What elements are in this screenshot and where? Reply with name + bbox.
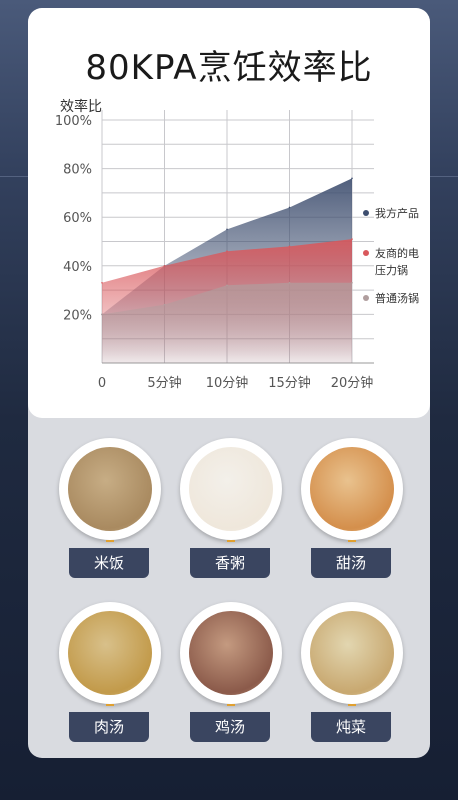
- x-tick-label: 10分钟: [206, 375, 249, 391]
- tag-accent: [227, 704, 235, 706]
- data-point: [101, 313, 103, 316]
- food-label: 香粥: [190, 548, 270, 578]
- tag-accent: [348, 704, 356, 706]
- food-label: 米饭: [69, 548, 149, 578]
- y-tick-label: 80%: [63, 163, 92, 178]
- food-label: 甜汤: [311, 548, 391, 578]
- food-label: 鸡汤: [190, 712, 270, 742]
- food-item[interactable]: 炖菜: [301, 602, 407, 752]
- data-point: [226, 284, 228, 287]
- data-point: [288, 282, 291, 284]
- y-tick-label: 20%: [63, 308, 92, 323]
- plate: [301, 438, 403, 540]
- plate: [180, 438, 282, 540]
- data-point: [288, 245, 291, 248]
- data-point: [351, 282, 353, 284]
- tag-accent: [106, 704, 114, 706]
- food-item[interactable]: 米饭: [59, 438, 165, 588]
- y-tick-label: 60%: [63, 211, 92, 226]
- plate: [301, 602, 403, 704]
- x-tick-label: 20分钟: [331, 375, 374, 391]
- data-point: [351, 177, 353, 180]
- x-tick-label: 5分钟: [147, 375, 181, 391]
- porridge-dish: [189, 447, 273, 531]
- legend-marker: [363, 250, 369, 256]
- plate: [180, 602, 282, 704]
- data-point: [163, 303, 166, 306]
- content-panel: 80KPA烹饪效率比 效率比 20% 40% 60% 80% 100% 0 5分钟 10分钟 1…: [28, 8, 430, 758]
- data-point: [226, 228, 228, 231]
- tag-accent: [227, 540, 235, 542]
- data-point: [226, 250, 228, 253]
- food-item[interactable]: 香粥: [180, 438, 286, 588]
- food-item[interactable]: 肉汤: [59, 602, 165, 752]
- legend-label: 我方产品: [375, 206, 419, 220]
- meat-soup-dish: [68, 611, 152, 695]
- data-point: [351, 238, 353, 240]
- legend-marker: [363, 210, 369, 216]
- tag-accent: [348, 540, 356, 542]
- y-tick-label: 100%: [55, 114, 92, 129]
- x-tick-label: 0: [98, 376, 106, 391]
- plate: [59, 438, 161, 540]
- food-item[interactable]: 鸡汤: [180, 602, 286, 752]
- legend-label: 压力锅: [375, 264, 408, 277]
- stew-dish: [310, 611, 394, 695]
- data-point: [101, 282, 103, 284]
- y-tick-label: 40%: [63, 260, 92, 275]
- food-item[interactable]: 甜汤: [301, 438, 407, 588]
- rice-dish: [68, 447, 152, 531]
- x-tick-label: 15分钟: [268, 375, 311, 391]
- chicken-soup-dish: [189, 611, 273, 695]
- data-point: [288, 206, 291, 209]
- plate: [59, 602, 161, 704]
- legend-label: 普通汤锅: [375, 291, 419, 305]
- food-label: 炖菜: [311, 712, 391, 742]
- chart-card: 80KPA烹饪效率比 效率比 20% 40% 60% 80% 100% 0 5分钟 10分钟 1…: [28, 8, 430, 418]
- legend-label: 友商的电: [375, 246, 419, 260]
- efficiency-chart: 20% 40% 60% 80% 100% 0 5分钟 10分钟 15分钟 20分钟 我方产品友商的电…: [55, 110, 419, 391]
- tag-accent: [106, 540, 114, 542]
- legend-marker: [363, 295, 369, 301]
- food-label: 肉汤: [69, 712, 149, 742]
- data-point: [163, 265, 166, 267]
- sweet-soup-dish: [310, 447, 394, 531]
